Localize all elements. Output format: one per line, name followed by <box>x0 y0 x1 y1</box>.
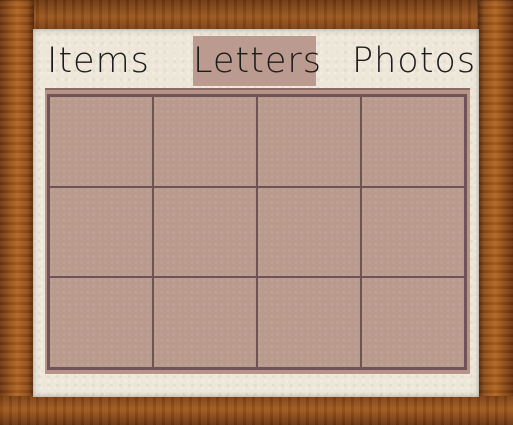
frame-left-border <box>0 0 34 425</box>
inventory-slot[interactable] <box>153 96 257 187</box>
frame-right-border <box>478 0 513 425</box>
frame-bottom-border <box>0 396 513 425</box>
inventory-slot[interactable] <box>361 277 465 368</box>
inventory-slot[interactable] <box>49 186 153 278</box>
inventory-grid <box>47 94 467 370</box>
inventory-slot[interactable] <box>49 277 153 368</box>
inventory-slot[interactable] <box>257 96 361 187</box>
inventory-slot[interactable] <box>49 96 153 187</box>
inventory-slot[interactable] <box>153 186 257 278</box>
wooden-frame: Items Letters Photos <box>0 0 513 425</box>
tab-letters[interactable]: Letters <box>193 36 321 86</box>
inventory-slot[interactable] <box>257 186 361 278</box>
frame-top-border <box>0 0 513 30</box>
tab-photos[interactable]: Photos <box>352 36 475 86</box>
tab-items[interactable]: Items <box>47 36 149 86</box>
inventory-slot[interactable] <box>153 277 257 368</box>
inventory-slot[interactable] <box>257 277 361 368</box>
inventory-grid-container <box>45 88 470 374</box>
inventory-slot[interactable] <box>361 186 465 278</box>
inventory-slot[interactable] <box>361 96 465 187</box>
